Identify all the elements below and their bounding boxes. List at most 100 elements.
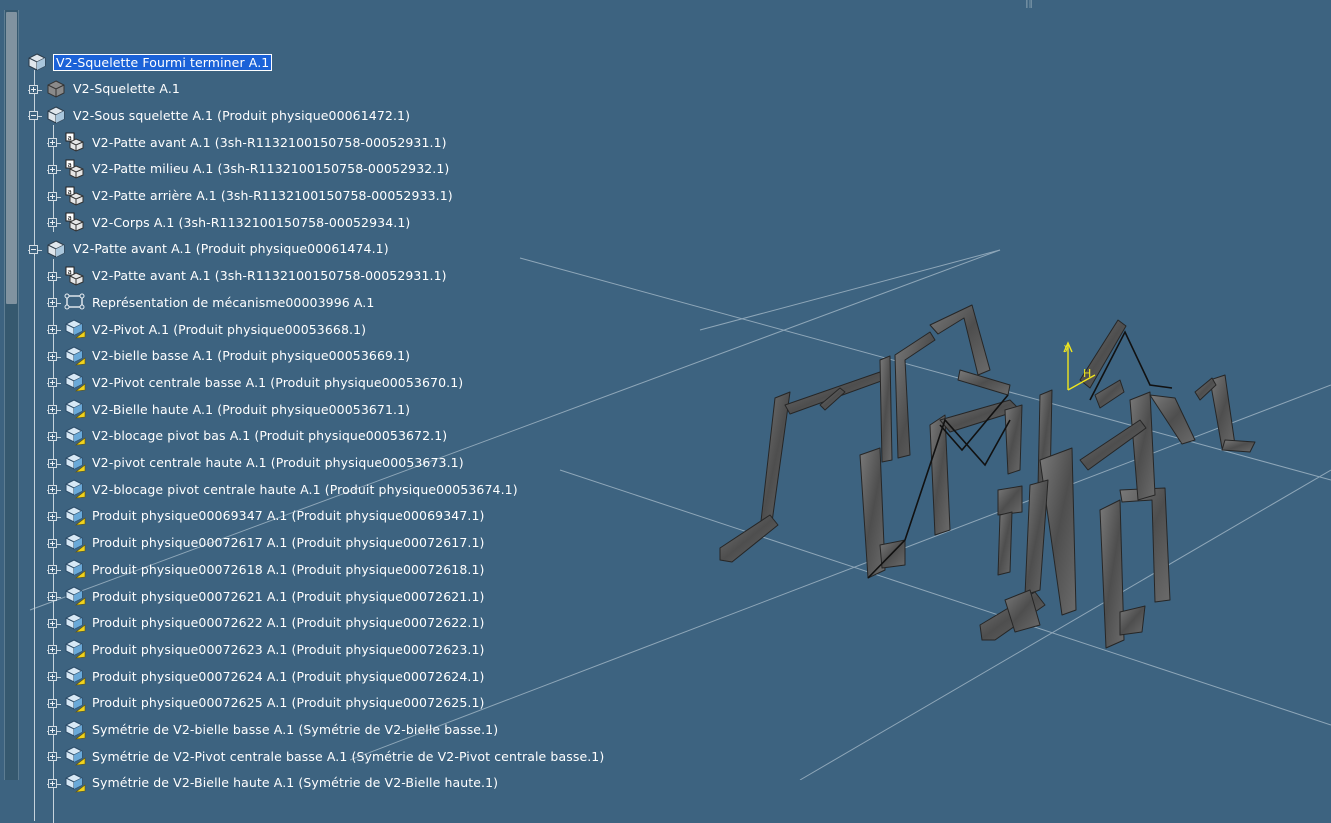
tree-node[interactable]: V2-Patte avant A.1 (Produit physique0006…: [45, 238, 389, 260]
physical-product-icon[interactable]: [64, 372, 86, 392]
tree-node-label[interactable]: V2-Patte avant A.1 (3sh-R1132100150758-0…: [92, 268, 447, 283]
physical-product-icon[interactable]: [64, 639, 86, 659]
tree-node[interactable]: a V2-Patte milieu A.1 (3sh-R1132100150758…: [64, 158, 449, 180]
tree-node-label[interactable]: V2-blocage pivot bas A.1 (Produit physiq…: [92, 428, 447, 443]
tree-node[interactable]: Produit physique00072622 A.1 (Produit ph…: [64, 612, 484, 634]
physical-product-icon[interactable]: [64, 426, 86, 446]
physical-product-icon[interactable]: [64, 693, 86, 713]
shape-instance-icon[interactable]: a: [64, 159, 86, 179]
physical-product-icon[interactable]: [64, 533, 86, 553]
tree-node[interactable]: Symétrie de V2-Pivot centrale basse A.1 …: [64, 745, 604, 767]
tree-node[interactable]: a V2-Patte arrière A.1 (3sh-R113210015075…: [64, 185, 453, 207]
expand-node-button[interactable]: [48, 725, 57, 735]
tree-node[interactable]: Produit physique00069347 A.1 (Produit ph…: [64, 505, 484, 527]
physical-product-icon[interactable]: [64, 479, 86, 499]
tree-node[interactable]: Produit physique00072623 A.1 (Produit ph…: [64, 638, 484, 660]
tree-node[interactable]: V2-Squelette A.1: [45, 78, 180, 100]
tree-node[interactable]: a V2-Patte avant A.1 (3sh-R1132100150758-…: [64, 265, 447, 287]
tree-node-label[interactable]: V2-Patte milieu A.1 (3sh-R1132100150758-…: [92, 161, 449, 176]
physical-product-icon[interactable]: [64, 719, 86, 740]
physical-product-icon[interactable]: [64, 773, 86, 793]
expand-node-button[interactable]: [48, 325, 57, 334]
tree-node-label[interactable]: V2-Patte avant A.1 (3sh-R1132100150758-0…: [92, 135, 447, 150]
tree-node[interactable]: V2-Sous squelette A.1 (Produit physique0…: [45, 104, 410, 126]
tree-node-label[interactable]: Représentation de mécanisme00003996 A.1: [92, 295, 374, 310]
tree-node[interactable]: V2-Bielle haute A.1 (Produit physique000…: [64, 398, 410, 420]
product-icon[interactable]: [45, 239, 67, 259]
tree-node[interactable]: Produit physique00072617 A.1 (Produit ph…: [64, 532, 484, 554]
expand-node-button[interactable]: [48, 511, 57, 521]
expand-node-button[interactable]: [48, 538, 57, 548]
product-icon[interactable]: [45, 105, 67, 125]
tree-root-node[interactable]: V2-Squelette Fourmi terminer A.1: [26, 51, 273, 73]
tree-node-label[interactable]: Produit physique00072622 A.1 (Produit ph…: [92, 615, 484, 630]
tree-node-label[interactable]: Produit physique00072625 A.1 (Produit ph…: [92, 695, 484, 710]
tree-node-label[interactable]: V2-blocage pivot centrale haute A.1 (Pro…: [92, 482, 518, 497]
physical-product-icon[interactable]: [64, 746, 86, 766]
shape-instance-icon[interactable]: a: [64, 266, 86, 286]
expand-node-button[interactable]: [48, 778, 57, 788]
tree-node-label[interactable]: Produit physique00072623 A.1 (Produit ph…: [92, 642, 484, 657]
tree-node-label[interactable]: Produit physique00072624 A.1 (Produit ph…: [92, 669, 484, 684]
expand-node-button[interactable]: [48, 698, 57, 708]
tree-node[interactable]: Produit physique00072624 A.1 (Produit ph…: [64, 665, 484, 687]
tree-node-label[interactable]: Produit physique00069347 A.1 (Produit ph…: [92, 508, 484, 523]
expand-node-button[interactable]: [48, 138, 57, 148]
tree-node-label[interactable]: V2-Sous squelette A.1 (Produit physique0…: [73, 108, 410, 123]
expand-node-button[interactable]: [48, 405, 57, 415]
expand-node-button[interactable]: [48, 645, 57, 655]
tree-node-label[interactable]: V2-Squelette A.1: [73, 81, 180, 96]
expand-node-button[interactable]: [48, 565, 57, 575]
tree-node[interactable]: Symétrie de V2-Bielle haute A.1 (Symétri…: [64, 772, 498, 794]
ant-skeleton-model[interactable]: [719, 304, 1256, 649]
physical-product-icon[interactable]: [64, 319, 86, 339]
physical-product-icon[interactable]: [64, 586, 86, 606]
physical-product-icon[interactable]: [64, 559, 86, 579]
tree-node-label[interactable]: Symétrie de V2-bielle basse A.1 (Symétri…: [92, 722, 498, 737]
expand-node-button[interactable]: [48, 298, 57, 308]
shape-instance-icon[interactable]: a: [64, 212, 86, 232]
tree-node[interactable]: V2-Pivot A.1 (Produit physique00053668.1…: [64, 318, 366, 340]
expand-node-button[interactable]: [48, 164, 57, 174]
expand-node-button[interactable]: [48, 378, 57, 388]
tree-node-label[interactable]: V2-Squelette Fourmi terminer A.1: [52, 53, 273, 71]
part-body-icon[interactable]: [45, 79, 67, 99]
physical-product-icon[interactable]: [64, 452, 86, 473]
tree-node[interactable]: Produit physique00072621 A.1 (Produit ph…: [64, 585, 484, 607]
tree-node[interactable]: Produit physique00072625 A.1 (Produit ph…: [64, 692, 484, 714]
tree-node[interactable]: V2-blocage pivot bas A.1 (Produit physiq…: [64, 425, 447, 447]
physical-product-icon[interactable]: [64, 506, 86, 526]
shape-instance-icon[interactable]: a: [64, 186, 86, 206]
tree-node-label[interactable]: Produit physique00072621 A.1 (Produit ph…: [92, 589, 484, 604]
expand-node-button[interactable]: [48, 592, 57, 601]
tree-node-label[interactable]: V2-bielle basse A.1 (Produit physique000…: [92, 348, 410, 363]
collapse-node-button[interactable]: [29, 244, 38, 254]
tree-node-label[interactable]: Produit physique00072618 A.1 (Produit ph…: [92, 562, 484, 577]
tree-node[interactable]: V2-blocage pivot centrale haute A.1 (Pro…: [64, 478, 518, 500]
tree-node[interactable]: V2-Pivot centrale basse A.1 (Produit phy…: [64, 371, 463, 393]
tree-node[interactable]: Produit physique00072618 A.1 (Produit ph…: [64, 558, 484, 580]
tree-node-label[interactable]: V2-Patte avant A.1 (Produit physique0006…: [73, 241, 389, 256]
tree-node[interactable]: Symétrie de V2-bielle basse A.1 (Symétri…: [64, 719, 498, 741]
tree-node[interactable]: a V2-Corps A.1 (3sh-R1132100150758-000529…: [64, 211, 410, 233]
expand-node-button[interactable]: [29, 84, 38, 94]
expand-node-button[interactable]: [48, 618, 57, 628]
tree-node[interactable]: Représentation de mécanisme00003996 A.1: [64, 291, 374, 313]
expand-node-button[interactable]: [48, 218, 57, 228]
mechanism-icon[interactable]: [64, 292, 86, 312]
expand-node-button[interactable]: [48, 672, 57, 682]
collapse-node-button[interactable]: [29, 111, 38, 121]
tree-node-label[interactable]: V2-pivot centrale haute A.1 (Produit phy…: [92, 455, 464, 470]
tree-node-label[interactable]: Symétrie de V2-Pivot centrale basse A.1 …: [92, 749, 604, 764]
tree-node[interactable]: V2-pivot centrale haute A.1 (Produit phy…: [64, 452, 464, 474]
product-root-icon[interactable]: [26, 52, 48, 72]
tree-node-label[interactable]: V2-Corps A.1 (3sh-R1132100150758-0005293…: [92, 215, 410, 230]
tree-node-label[interactable]: Produit physique00072617 A.1 (Produit ph…: [92, 535, 484, 550]
expand-node-button[interactable]: [48, 191, 57, 201]
physical-product-icon[interactable]: [64, 399, 86, 419]
expand-node-button[interactable]: [48, 752, 57, 762]
tree-node[interactable]: a V2-Patte avant A.1 (3sh-R1132100150758-…: [64, 131, 447, 153]
tree-node[interactable]: V2-bielle basse A.1 (Produit physique000…: [64, 345, 410, 367]
physical-product-icon[interactable]: [64, 613, 86, 633]
expand-node-button[interactable]: [48, 431, 57, 441]
